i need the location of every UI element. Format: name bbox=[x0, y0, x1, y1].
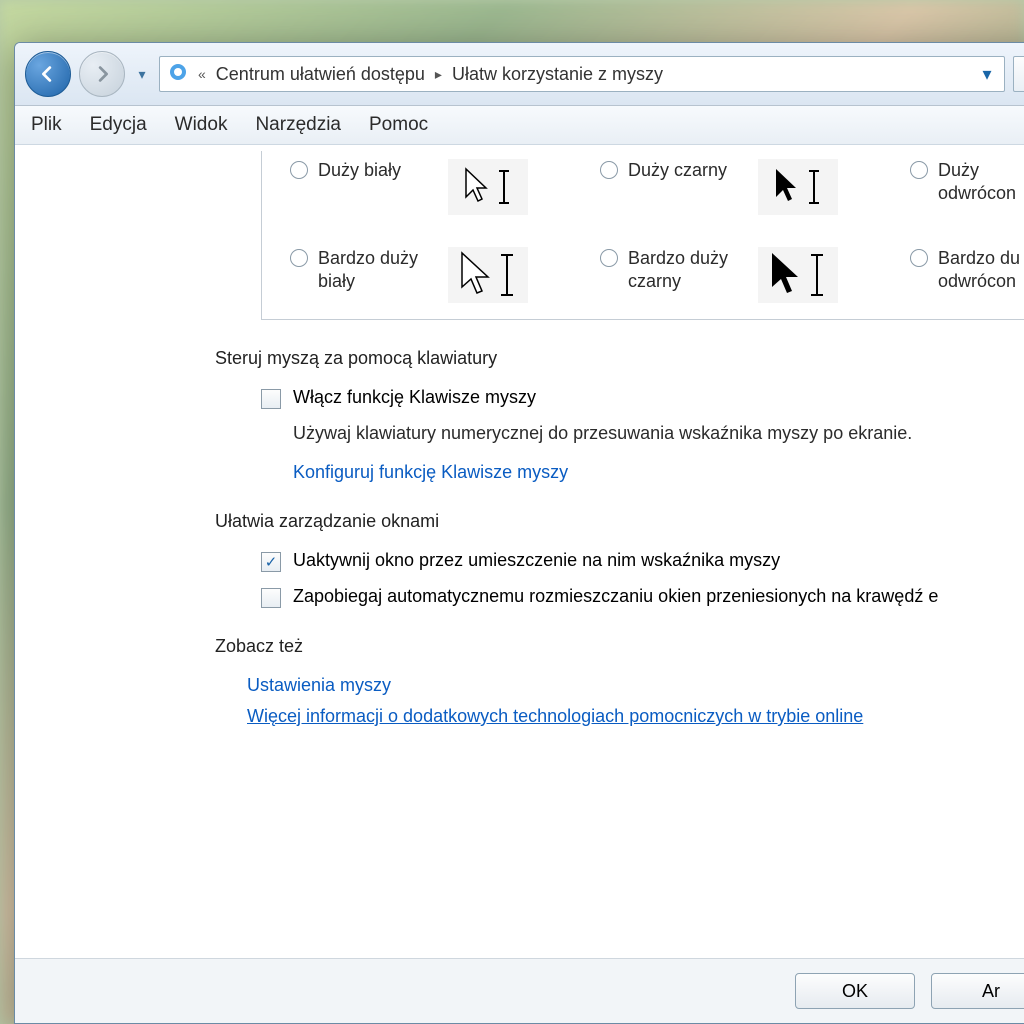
radio-large-inverted[interactable] bbox=[910, 161, 928, 179]
section-title: Steruj myszą za pomocą klawiatury bbox=[215, 348, 1024, 369]
scheme-xl-black[interactable]: Bardzo duży czarny bbox=[600, 247, 850, 303]
button-label: OK bbox=[842, 981, 868, 1002]
button-bar: OK Ar bbox=[15, 958, 1024, 1023]
cursor-scheme-group: Duży biały Duży czarny bbox=[261, 151, 1024, 320]
breadcrumb[interactable]: « Centrum ułatwień dostępu ▸ Ułatw korzy… bbox=[159, 56, 1005, 92]
menu-edit[interactable]: Edycja bbox=[90, 114, 147, 136]
control-panel-window: ▾ « Centrum ułatwień dostępu ▸ Ułatw kor… bbox=[14, 42, 1024, 1024]
cancel-button[interactable]: Ar bbox=[931, 973, 1024, 1009]
scheme-label: Bardzo duży czarny bbox=[628, 247, 748, 292]
chevron-right-icon: ▸ bbox=[435, 66, 442, 83]
menu-file[interactable]: Plik bbox=[31, 114, 62, 136]
check-row-mousekeys[interactable]: Włącz funkcję Klawisze myszy bbox=[261, 387, 1024, 409]
radio-xl-black[interactable] bbox=[600, 249, 618, 267]
section-title: Ułatwia zarządzanie oknami bbox=[215, 511, 1024, 532]
link-mouse-settings[interactable]: Ustawienia myszy bbox=[247, 675, 1024, 696]
scheme-large-white[interactable]: Duży biały bbox=[290, 159, 540, 215]
radio-xl-inverted[interactable] bbox=[910, 249, 928, 267]
left-spacer bbox=[15, 145, 215, 958]
checkbox-prevent-snap[interactable] bbox=[261, 588, 281, 608]
menu-view[interactable]: Widok bbox=[175, 114, 228, 136]
breadcrumb-dropdown[interactable]: ▾ bbox=[978, 64, 996, 85]
scheme-large-black[interactable]: Duży czarny bbox=[600, 159, 850, 215]
scheme-xl-inverted[interactable]: Bardzo du odwrócon bbox=[910, 247, 1024, 303]
refresh-button[interactable]: ↻ bbox=[1013, 56, 1024, 92]
link-more-info-online[interactable]: Więcej informacji o dodatkowych technolo… bbox=[247, 706, 1024, 727]
radio-xl-white[interactable] bbox=[290, 249, 308, 267]
checkbox-activate-hover[interactable]: ✓ bbox=[261, 552, 281, 572]
address-bar-row: ▾ « Centrum ułatwień dostępu ▸ Ułatw kor… bbox=[15, 43, 1024, 106]
ok-button[interactable]: OK bbox=[795, 973, 915, 1009]
section-see-also: Zobacz też Ustawienia myszy Więcej infor… bbox=[215, 636, 1024, 727]
check-row-prevent-snap[interactable]: Zapobiegaj automatycznemu rozmieszczaniu… bbox=[261, 586, 1024, 608]
button-label: Ar bbox=[982, 981, 1000, 1002]
checkbox-label: Uaktywnij okno przez umieszczenie na nim… bbox=[293, 550, 780, 571]
radio-large-white[interactable] bbox=[290, 161, 308, 179]
cursor-preview bbox=[758, 159, 838, 215]
scheme-large-inverted[interactable]: Duży odwrócon bbox=[910, 159, 1024, 215]
menu-bar: Plik Edycja Widok Narzędzia Pomoc bbox=[15, 106, 1024, 145]
section-window-management: Ułatwia zarządzanie oknami ✓ Uaktywnij o… bbox=[215, 511, 1024, 608]
scheme-row-large: Duży biały Duży czarny bbox=[290, 159, 1024, 215]
checkbox-label: Zapobiegaj automatycznemu rozmieszczaniu… bbox=[293, 586, 938, 607]
cursor-preview bbox=[448, 247, 528, 303]
breadcrumb-parent[interactable]: Centrum ułatwień dostępu bbox=[216, 64, 425, 85]
back-button[interactable] bbox=[25, 51, 71, 97]
scheme-label: Bardzo duży biały bbox=[318, 247, 438, 292]
history-dropdown[interactable]: ▾ bbox=[133, 59, 151, 89]
scheme-xl-white[interactable]: Bardzo duży biały bbox=[290, 247, 540, 303]
chevron-left-icon: « bbox=[198, 66, 206, 82]
arrow-right-icon bbox=[91, 63, 113, 85]
checkbox-label: Włącz funkcję Klawisze myszy bbox=[293, 387, 536, 408]
scheme-label: Duży biały bbox=[318, 159, 438, 182]
cursor-preview bbox=[758, 247, 838, 303]
link-configure-mousekeys[interactable]: Konfiguruj funkcję Klawisze myszy bbox=[293, 462, 1024, 483]
forward-button[interactable] bbox=[79, 51, 125, 97]
checkbox-mousekeys[interactable] bbox=[261, 389, 281, 409]
app-icon bbox=[168, 62, 188, 87]
arrow-left-icon bbox=[37, 63, 59, 85]
section-keyboard-mouse: Steruj myszą za pomocą klawiatury Włącz … bbox=[215, 348, 1024, 483]
check-row-activate-hover[interactable]: ✓ Uaktywnij okno przez umieszczenie na n… bbox=[261, 550, 1024, 572]
menu-tools[interactable]: Narzędzia bbox=[255, 114, 341, 136]
content-area: Duży biały Duży czarny bbox=[15, 145, 1024, 958]
main-content: Duży biały Duży czarny bbox=[215, 145, 1024, 958]
menu-help[interactable]: Pomoc bbox=[369, 114, 428, 136]
scheme-row-xl: Bardzo duży biały Bardzo duży czarny bbox=[290, 247, 1024, 303]
breadcrumb-current: Ułatw korzystanie z myszy bbox=[452, 64, 663, 85]
section-title: Zobacz też bbox=[215, 636, 1024, 657]
scheme-label: Duży czarny bbox=[628, 159, 748, 182]
scheme-label: Duży odwrócon bbox=[938, 159, 1024, 204]
cursor-preview bbox=[448, 159, 528, 215]
help-text: Używaj klawiatury numerycznej do przesuw… bbox=[293, 423, 1024, 444]
scheme-label: Bardzo du odwrócon bbox=[938, 247, 1024, 292]
radio-large-black[interactable] bbox=[600, 161, 618, 179]
